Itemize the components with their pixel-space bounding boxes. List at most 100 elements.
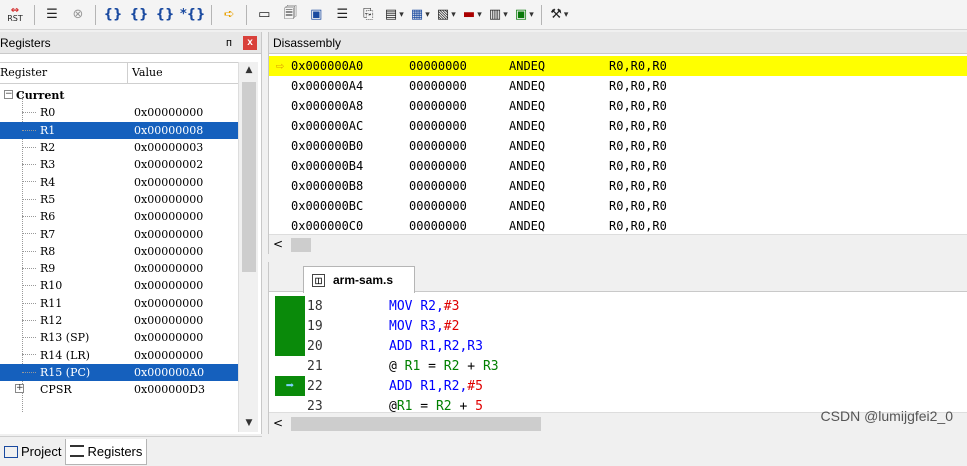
- line-number: 18: [307, 298, 323, 314]
- step-into-button[interactable]: ☰: [41, 4, 63, 26]
- scrollbar-thumb[interactable]: [291, 417, 541, 431]
- register-value[interactable]: 0x00000000: [134, 314, 238, 327]
- column-header-value[interactable]: Value: [128, 63, 238, 83]
- register-row[interactable]: R8 0x00000000: [0, 243, 238, 260]
- instruction-address: 0x000000AC: [291, 119, 364, 133]
- disassembly-row[interactable]: 0x000000A8 00000000 ANDEQ R0,R0,R0: [269, 96, 967, 116]
- register-value[interactable]: 0x000000D3: [134, 383, 238, 396]
- register-value[interactable]: 0x00000000: [134, 262, 238, 275]
- call-stack-button[interactable]: ⎘: [357, 4, 379, 26]
- command-window-button[interactable]: ▭: [253, 4, 275, 26]
- disassembly-row[interactable]: ⇨ 0x000000A0 00000000 ANDEQ R0,R0,R0: [269, 56, 967, 76]
- step-out-button[interactable]: {}: [154, 4, 176, 26]
- step-button[interactable]: {}: [102, 4, 124, 26]
- register-value[interactable]: 0x00000000: [134, 331, 238, 344]
- disassembly-window-button[interactable]: 🗐: [279, 4, 301, 26]
- stop-button[interactable]: ⊗: [67, 4, 89, 26]
- register-row[interactable]: R13 (SP) 0x00000000: [0, 329, 238, 346]
- analysis-window-button[interactable]: ▬: [461, 4, 483, 26]
- close-icon[interactable]: x: [243, 35, 257, 50]
- memory-window-button[interactable]: ▦: [409, 4, 431, 26]
- serial-window-icon: ▧: [436, 7, 450, 22]
- show-next-statement-button[interactable]: ➪: [218, 4, 240, 26]
- code-line[interactable]: 19 MOV R3,#2: [269, 316, 967, 336]
- line-gutter[interactable]: ➡: [269, 376, 305, 396]
- scrollbar-thumb[interactable]: [291, 238, 311, 252]
- register-value[interactable]: 0x00000000: [134, 245, 238, 258]
- line-gutter[interactable]: [269, 336, 305, 356]
- tab-project[interactable]: Project: [0, 439, 65, 465]
- code-line[interactable]: 20 ADD R1,R2,R3: [269, 336, 967, 356]
- scrollbar-thumb[interactable]: [242, 82, 256, 272]
- register-value[interactable]: 0x00000000: [134, 193, 238, 206]
- line-gutter[interactable]: [269, 316, 305, 336]
- register-value[interactable]: 0x00000000: [134, 297, 238, 310]
- scroll-left-icon[interactable]: <: [273, 237, 283, 251]
- vertical-scrollbar[interactable]: ▲ ▼: [238, 62, 258, 432]
- register-value[interactable]: 0x00000000: [134, 106, 238, 119]
- scroll-left-icon[interactable]: <: [273, 416, 283, 430]
- pin-icon[interactable]: ᴨ: [221, 37, 237, 49]
- registers-window-button[interactable]: ☰: [331, 4, 353, 26]
- toolbox-button[interactable]: ⚒: [548, 4, 570, 26]
- line-gutter[interactable]: [269, 296, 305, 316]
- register-row[interactable]: R7 0x00000000: [0, 225, 238, 242]
- horizontal-scrollbar[interactable]: <: [269, 234, 967, 254]
- register-row[interactable]: R5 0x00000000: [0, 191, 238, 208]
- serial-window-button[interactable]: ▧: [435, 4, 457, 26]
- register-value[interactable]: 0x00000002: [134, 158, 238, 171]
- trace-window-button[interactable]: ▥: [487, 4, 509, 26]
- register-row[interactable]: + CPSR 0x000000D3: [0, 381, 238, 398]
- register-name: CPSR: [40, 383, 72, 397]
- register-row[interactable]: R1 0x00000008: [0, 121, 238, 139]
- reset-button[interactable]: ⇔ RST: [2, 4, 28, 26]
- register-value[interactable]: 0x00000000: [134, 176, 238, 189]
- scroll-up-icon[interactable]: ▲: [239, 62, 259, 79]
- disassembly-row[interactable]: 0x000000B0 00000000 ANDEQ R0,R0,R0: [269, 136, 967, 156]
- register-value[interactable]: 0x00000000: [134, 228, 238, 241]
- register-row[interactable]: R2 0x00000003: [0, 139, 238, 156]
- tree-group-current[interactable]: − Current: [0, 87, 238, 104]
- register-value[interactable]: 0x00000000: [134, 210, 238, 223]
- register-value[interactable]: 0x00000000: [134, 349, 238, 362]
- disassembly-row[interactable]: 0x000000C0 00000000 ANDEQ R0,R0,R0: [269, 216, 967, 236]
- line-gutter[interactable]: [269, 356, 305, 376]
- disassembly-row[interactable]: 0x000000A4 00000000 ANDEQ R0,R0,R0: [269, 76, 967, 96]
- disassembly-listing[interactable]: ⇨ 0x000000A0 00000000 ANDEQ R0,R0,R0 0x000000…: [269, 56, 967, 234]
- tab-arm-sam-s[interactable]: ◫ arm-sam.s: [303, 266, 415, 293]
- watch-window-button[interactable]: ▤: [383, 4, 405, 26]
- disassembly-row[interactable]: 0x000000BC 00000000 ANDEQ R0,R0,R0: [269, 196, 967, 216]
- run-to-cursor-button[interactable]: *{}: [180, 4, 205, 26]
- register-row[interactable]: R0 0x00000000: [0, 104, 238, 121]
- code-editor[interactable]: 18 MOV R2,#3 19 MOV R3,#2 20 ADD R1,R2,R3 21 @ …: [269, 296, 967, 414]
- register-row[interactable]: R14 (LR) 0x00000000: [0, 346, 238, 363]
- show-next-statement-icon: ➪: [223, 7, 235, 22]
- register-value[interactable]: 0x00000003: [134, 141, 238, 154]
- scroll-down-icon[interactable]: ▼: [239, 415, 259, 432]
- register-value[interactable]: 0x00000000: [134, 279, 238, 292]
- disassembly-row[interactable]: 0x000000AC 00000000 ANDEQ R0,R0,R0: [269, 116, 967, 136]
- column-header-register[interactable]: Register: [0, 63, 128, 83]
- symbols-window-button[interactable]: ▣: [305, 4, 327, 26]
- disassembly-row[interactable]: 0x000000B4 00000000 ANDEQ R0,R0,R0: [269, 156, 967, 176]
- register-row[interactable]: R11 0x00000000: [0, 295, 238, 312]
- register-name: R9: [40, 262, 56, 276]
- register-row[interactable]: R9 0x00000000: [0, 260, 238, 277]
- code-line[interactable]: 21 @ R1 = R2 + R3: [269, 356, 967, 376]
- tab-registers[interactable]: Registers: [65, 438, 148, 465]
- code-line[interactable]: ➡ 22 ADD R1,R2,#5: [269, 376, 967, 396]
- register-name: R1: [40, 123, 56, 137]
- register-row[interactable]: R6 0x00000000: [0, 208, 238, 225]
- register-row[interactable]: R12 0x00000000: [0, 312, 238, 329]
- register-row[interactable]: R15 (PC) 0x000000A0: [0, 363, 238, 382]
- step-over-button[interactable]: {}: [128, 4, 150, 26]
- register-row[interactable]: R3 0x00000002: [0, 156, 238, 173]
- register-name: R8: [40, 244, 56, 258]
- register-row[interactable]: R10 0x00000000: [0, 277, 238, 294]
- register-row[interactable]: R4 0x00000000: [0, 173, 238, 190]
- system-viewer-button[interactable]: ▣: [513, 4, 535, 26]
- register-value[interactable]: 0x000000A0: [134, 366, 238, 379]
- code-line[interactable]: 18 MOV R2,#3: [269, 296, 967, 316]
- register-value[interactable]: 0x00000008: [134, 124, 238, 137]
- disassembly-row[interactable]: 0x000000B8 00000000 ANDEQ R0,R0,R0: [269, 176, 967, 196]
